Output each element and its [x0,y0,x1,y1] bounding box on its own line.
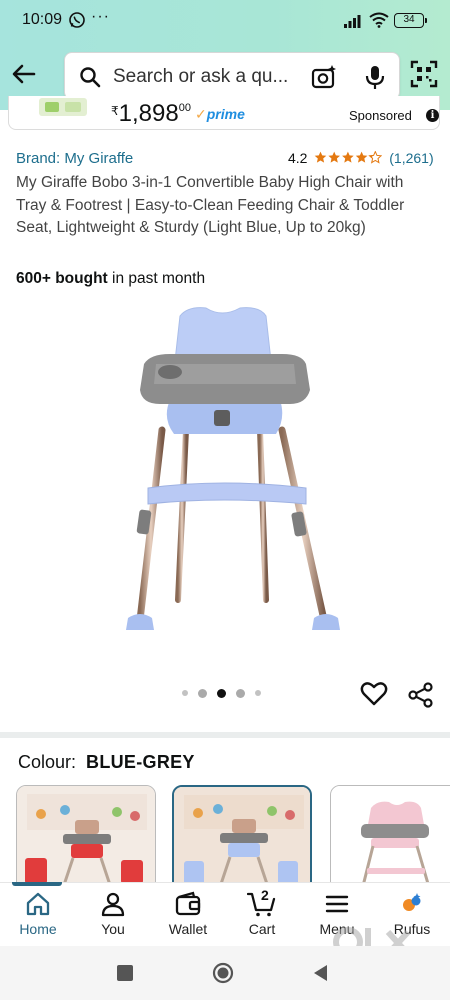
cart-count-badge: 2 [261,887,269,903]
active-tab-indicator [12,882,62,886]
carousel-dot[interactable] [182,690,188,696]
share-icon[interactable] [408,682,434,708]
rating-count-link[interactable]: (1,261) [389,150,433,166]
microphone-icon[interactable] [363,64,387,90]
info-icon[interactable]: i [426,109,439,122]
colour-swatch-option[interactable] [16,785,156,895]
star-rating-icon [315,151,382,164]
colour-swatch-option-selected[interactable] [172,785,312,895]
camera-lens-icon[interactable] [311,64,337,90]
section-divider [0,732,450,738]
recent-apps-icon[interactable] [114,962,136,984]
nav-you[interactable]: You [78,891,148,943]
sponsored-price: ₹1,89800 [111,100,191,127]
prime-badge: ✓prime [195,106,245,122]
carousel-dot[interactable] [255,690,261,696]
swatch-image-pink-chair [331,786,450,894]
user-icon [101,892,125,917]
rufus-icon [403,893,421,911]
back-triangle-icon[interactable] [310,962,332,984]
status-more-icon: ··· [91,8,110,25]
app-header: 10:09 ··· 34 Search or ask a qu... [0,0,450,110]
menu-icon [325,895,349,913]
home-circle-icon[interactable] [212,962,234,984]
nav-wallet[interactable]: Wallet [153,891,223,943]
home-icon [26,892,50,916]
wallet-icon [175,891,201,916]
colour-selector-label: Colour: BLUE-GREY [18,752,195,772]
nav-home-label: Home [19,921,57,937]
status-bar: 10:09 ··· 34 [0,0,450,40]
search-input[interactable]: Search or ask a qu... [113,66,301,88]
barcode-scan-icon[interactable] [410,60,438,88]
sponsored-ad-card[interactable]: ₹1,89800 ✓prime Sponsored i [8,96,440,130]
nav-you-label: You [101,921,125,937]
whatsapp-icon [69,12,85,28]
nav-wallet-label: Wallet [168,921,208,937]
battery-icon: 34 [394,13,427,28]
swatch-image-red-chair [17,786,155,894]
brand-link[interactable]: Brand: My Giraffe [16,150,133,167]
sponsored-product-thumbnail [39,98,87,116]
search-bar[interactable]: Search or ask a qu... [64,52,400,100]
product-image-high-chair[interactable] [110,300,342,652]
colour-swatch-option[interactable] [330,785,450,895]
rating-summary[interactable]: 4.2 (1,261) [288,150,434,168]
swatch-image-blue-chair [174,787,310,893]
nav-home[interactable]: Home [3,891,73,943]
nav-cart[interactable]: 2 Cart [227,887,297,943]
carousel-dot[interactable] [236,688,245,698]
wifi-icon [369,12,389,28]
sponsored-label: Sponsored [349,108,412,123]
back-arrow-icon[interactable] [8,58,40,90]
signal-icon [344,15,361,28]
rating-value: 4.2 [288,150,308,166]
heart-icon[interactable] [360,680,388,708]
product-title: My Giraffe Bobo 3-in-1 Convertible Baby … [16,174,405,236]
system-navigation-bar [0,946,450,1000]
nav-cart-label: Cart [248,921,276,937]
image-carousel-dots[interactable] [182,688,261,698]
carousel-dot[interactable] [198,688,207,698]
selected-colour-value: BLUE-GREY [86,752,195,772]
purchase-count: 600+ bought in past month [16,270,206,287]
carousel-dot-active[interactable] [217,688,226,698]
status-time: 10:09 [22,11,63,28]
search-icon [80,67,101,88]
